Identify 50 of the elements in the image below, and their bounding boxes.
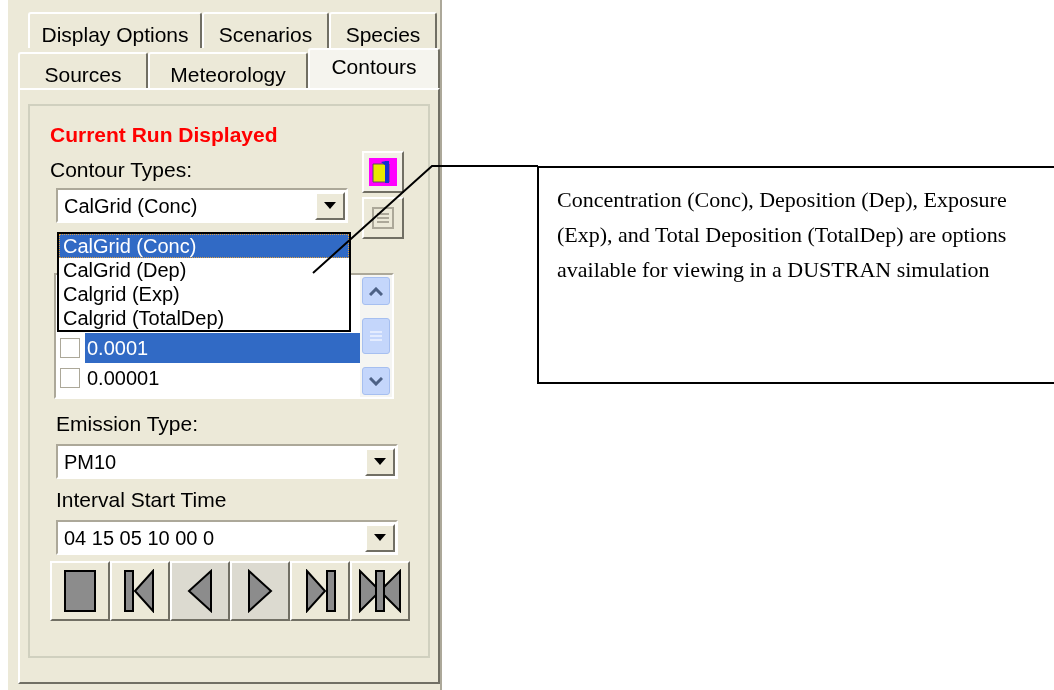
media-button[interactable] xyxy=(290,561,350,621)
field-label: Emission Type: xyxy=(56,413,199,434)
checkbox[interactable] xyxy=(60,338,80,358)
tab[interactable]: Species xyxy=(329,12,437,48)
media-button[interactable] xyxy=(110,561,170,621)
tab[interactable]: Display Options xyxy=(28,12,202,48)
menu-item[interactable]: CalGrid (Conc) xyxy=(59,234,349,258)
field-label: Contour Types: xyxy=(50,159,194,180)
skip-forward-icon xyxy=(303,569,337,613)
book-flag-icon xyxy=(369,158,397,186)
caret-icon xyxy=(374,458,386,465)
dropdown-field[interactable]: PM10 xyxy=(56,444,398,479)
skip-back-icon xyxy=(123,569,157,613)
menu-item[interactable]: Calgrid (Exp) xyxy=(59,282,349,306)
chevron-down-icon xyxy=(369,376,383,386)
caret-icon xyxy=(324,202,336,209)
media-button[interactable] xyxy=(230,561,290,621)
list-item[interactable]: 0.00001 xyxy=(85,363,360,393)
grip-icon xyxy=(370,331,382,341)
media-button[interactable] xyxy=(350,561,410,621)
bowtie-icon xyxy=(358,569,402,613)
dropdown-button[interactable] xyxy=(365,447,395,476)
tab[interactable]: Contours xyxy=(308,48,440,88)
dropdown-button[interactable] xyxy=(365,523,395,552)
run-heading: Current Run Displayed xyxy=(50,124,279,145)
tab[interactable]: Meteorology xyxy=(148,52,308,88)
triangle-right-icon xyxy=(245,569,275,613)
caret-icon xyxy=(374,534,386,541)
scroll-down-button[interactable] xyxy=(362,367,390,395)
list-item[interactable]: 0.0001 xyxy=(85,333,360,363)
chevron-up-icon xyxy=(369,286,383,296)
tab[interactable]: Scenarios xyxy=(202,12,329,48)
scroll-thumb[interactable] xyxy=(362,318,390,354)
square-icon xyxy=(63,569,97,613)
callout-text: Concentration (Conc), Deposition (Dep), Exposure (Exp), and Total Deposition (TotalDep) are options available for viewing in a DUSTRAN simulation xyxy=(537,166,1054,384)
triangle-left-icon xyxy=(185,569,215,613)
dropdown-field[interactable]: CalGrid (Conc) xyxy=(56,188,348,223)
menu-item[interactable]: Calgrid (TotalDep) xyxy=(59,306,349,330)
scroll-up-button[interactable] xyxy=(362,277,390,305)
menu-item[interactable]: CalGrid (Dep) xyxy=(59,258,349,282)
field-label: Interval Start Time xyxy=(56,489,228,510)
dropdown-button[interactable] xyxy=(315,191,345,220)
dropdown-field[interactable]: 04 15 05 10 00 0 xyxy=(56,520,398,555)
tab[interactable]: Sources xyxy=(18,52,148,88)
media-button[interactable] xyxy=(170,561,230,621)
toolbar-button[interactable] xyxy=(362,151,404,193)
media-button[interactable] xyxy=(50,561,110,621)
list-icon xyxy=(372,207,394,229)
checkbox[interactable] xyxy=(60,368,80,388)
scrollbar[interactable] xyxy=(360,275,392,397)
